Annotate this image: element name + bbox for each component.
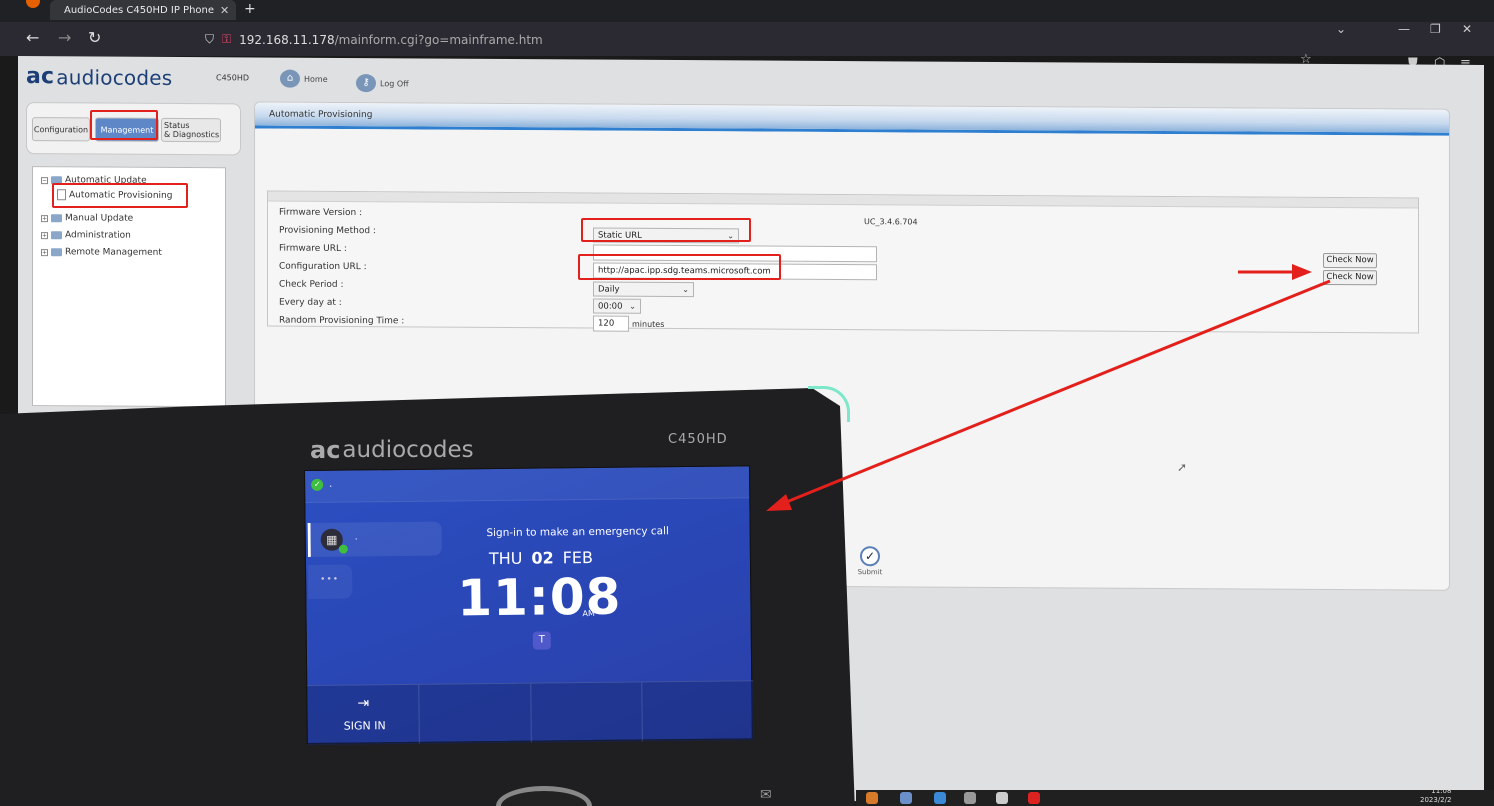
every-day-select[interactable]: 00:00 ⌄: [593, 298, 641, 314]
shield-icon[interactable]: ⛉: [205, 32, 214, 47]
chevron-down-icon[interactable]: ⌄: [1336, 22, 1346, 36]
tree-item-manual-update[interactable]: + Manual Update: [41, 213, 133, 224]
teams-icon: T: [532, 631, 551, 650]
taskbar-app-icon[interactable]: [900, 792, 912, 804]
provisioning-form: Firmware Version : UC_3.4.6.704 Provisio…: [267, 190, 1419, 334]
lock-icon[interactable]: ⚿: [222, 32, 231, 47]
home-button[interactable]: ⌂ Home: [280, 69, 328, 88]
softkey-4[interactable]: [642, 681, 753, 741]
close-window-icon[interactable]: ✕: [1462, 22, 1472, 36]
firmware-version-value: UC_3.4.6.704: [864, 217, 918, 227]
panel-title: Automatic Provisioning: [269, 109, 373, 121]
phone-status-bar: ✓ .: [305, 466, 750, 503]
sign-in-label: SIGN IN: [343, 719, 386, 733]
restore-icon[interactable]: ❐: [1430, 22, 1441, 36]
tab-configuration[interactable]: Configuration: [32, 117, 90, 142]
random-time-unit: minutes: [632, 319, 665, 329]
submit-button[interactable]: ✓ Submit: [855, 546, 885, 576]
clock-date: 2023/2/2: [1420, 796, 1452, 804]
url-bar[interactable]: ⛉ ⚿ 192.168.11.178/mainform.cgi?go=mainf…: [205, 32, 543, 47]
phone-time: 11:08: [456, 567, 622, 628]
phone-model: C450HD: [668, 432, 728, 447]
phone-softkey-bar: ⇥ SIGN IN: [307, 680, 754, 745]
provisioning-method-label: Provisioning Method :: [279, 225, 376, 237]
mouse-cursor-icon: ➚: [1177, 460, 1188, 475]
forward-arrow-icon[interactable]: →: [58, 28, 71, 47]
day: 02: [531, 548, 554, 568]
home-icon: ⌂: [280, 69, 300, 88]
highlight-configuration-url: [578, 254, 781, 280]
checkmark-icon: ✓: [860, 546, 880, 567]
screenshot-root: AudioCodes C450HD IP Phone ✕ + ← → ↻ ⛉ ⚿…: [0, 0, 1494, 806]
softkey-3[interactable]: [530, 682, 644, 743]
sign-in-softkey[interactable]: ⇥ SIGN IN: [307, 684, 420, 745]
plus-icon[interactable]: +: [244, 1, 256, 17]
every-day-label: Every day at :: [279, 297, 342, 308]
taskbar-app-icon[interactable]: [866, 792, 878, 804]
log-off-button[interactable]: ⚷ Log Off: [356, 74, 409, 93]
chevron-down-icon: ⌄: [682, 285, 689, 295]
tree-item-administration[interactable]: + Administration: [41, 230, 131, 241]
chevron-down-icon: ⌄: [629, 301, 636, 311]
random-time-input[interactable]: 120: [593, 315, 629, 332]
configuration-url-label: Configuration URL :: [279, 261, 367, 273]
taskbar-app-icon[interactable]: [964, 792, 976, 804]
browser-tab-bar: AudioCodes C450HD IP Phone ✕ +: [0, 0, 1494, 22]
back-arrow-icon[interactable]: ←: [26, 28, 39, 47]
sign-in-icon: ⇥: [357, 695, 370, 712]
url-path: /mainform.cgi?go=mainframe.htm: [334, 32, 543, 47]
folder-icon: [51, 248, 62, 257]
highlight-provisioning-method: [581, 218, 751, 242]
expand-icon[interactable]: +: [41, 214, 48, 222]
check-now-button-1[interactable]: Check Now: [1323, 252, 1377, 269]
key-icon: ⚷: [356, 74, 376, 93]
check-now-button-2[interactable]: Check Now: [1323, 269, 1377, 286]
mail-icon[interactable]: ✉: [760, 787, 772, 803]
random-time-label: Random Provisioning Time :: [279, 315, 405, 327]
taskbar-app-icon[interactable]: [934, 792, 946, 804]
expand-icon[interactable]: +: [41, 231, 48, 239]
minimize-icon[interactable]: —: [1398, 22, 1410, 36]
folder-icon: [51, 231, 62, 240]
taskbar-app-icon[interactable]: [996, 792, 1008, 804]
folder-icon: [51, 214, 62, 223]
firmware-url-label: Firmware URL :: [279, 243, 347, 255]
tree-item-remote-management[interactable]: + Remote Management: [41, 247, 162, 258]
status-text: .: [329, 478, 333, 490]
highlight-management-tab: [90, 110, 158, 140]
highlight-automatic-provisioning: [52, 183, 188, 208]
browser-nav-bar: ← → ↻ ⛉ ⚿ 192.168.11.178/mainform.cgi?go…: [0, 22, 1494, 67]
reload-icon[interactable]: ↻: [88, 28, 101, 47]
taskbar-clock[interactable]: 11:08 2023/2/2: [1420, 787, 1451, 805]
phone-ampm: AM: [582, 608, 595, 619]
firefox-icon: [26, 0, 40, 8]
check-period-label: Check Period :: [279, 279, 344, 290]
tab-status-diagnostics[interactable]: Status & Diagnostics: [161, 117, 221, 143]
weekday: THU: [488, 548, 523, 569]
close-icon[interactable]: ✕: [220, 4, 229, 17]
phone-screen: ✓ . ▦ . ••• Sign-in to make an emergency…: [304, 465, 754, 745]
softkey-2[interactable]: [419, 683, 532, 744]
browser-tab[interactable]: AudioCodes C450HD IP Phone ✕: [50, 0, 236, 20]
audiocodes-logo: ac audiocodes: [26, 64, 173, 90]
tab-title: AudioCodes C450HD IP Phone: [64, 4, 215, 16]
month: FEB: [562, 547, 594, 568]
firmware-version-label: Firmware Version :: [279, 207, 363, 219]
model-label: C450HD: [216, 73, 250, 83]
collapse-icon[interactable]: −: [41, 176, 48, 184]
windows-taskbar: [856, 790, 1494, 806]
url-host: 192.168.11.178: [239, 32, 335, 47]
form-top-strip: [268, 191, 1418, 209]
check-period-select[interactable]: Daily ⌄: [593, 281, 694, 298]
expand-icon[interactable]: +: [41, 248, 48, 256]
clock-time: 11:08: [1431, 787, 1452, 795]
taskbar-app-icon[interactable]: [1028, 792, 1040, 804]
checkmark-icon: ✓: [311, 478, 324, 491]
panel-header: Automatic Provisioning: [255, 102, 1449, 136]
phone-logo: ac audiocodes: [310, 436, 474, 464]
